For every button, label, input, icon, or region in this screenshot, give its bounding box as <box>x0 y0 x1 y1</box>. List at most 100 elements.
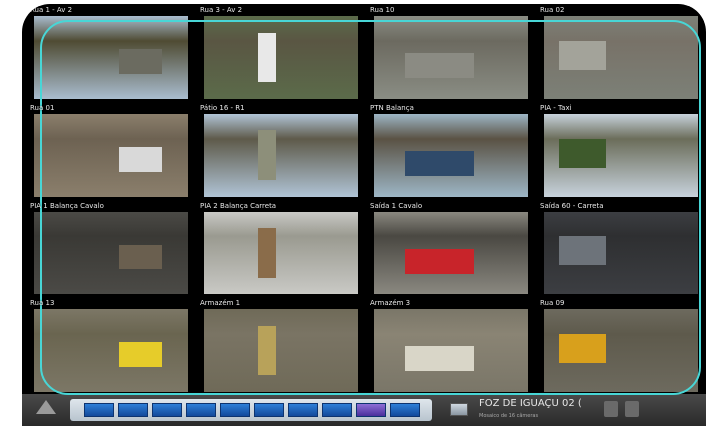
camera-label: Saída 1 Cavalo <box>370 201 423 210</box>
camera-tile[interactable]: Rua 3 - Av 2 <box>198 6 364 101</box>
feed-ground <box>204 334 358 392</box>
camera-label: Rua 13 <box>30 299 55 308</box>
feed-object <box>404 53 475 79</box>
feed-ground <box>204 40 358 99</box>
camera-feed[interactable] <box>544 113 698 197</box>
camera-feed[interactable] <box>544 16 698 99</box>
feed-ground <box>204 138 358 197</box>
feed-background <box>544 211 698 237</box>
camera-tile[interactable]: Rua 10 <box>368 6 534 101</box>
feed-background <box>204 211 358 237</box>
camera-label: Armazém 1 <box>200 299 241 308</box>
layout-button[interactable] <box>186 403 216 417</box>
feed-background <box>374 211 528 237</box>
layout-button[interactable] <box>220 403 250 417</box>
camera-tile[interactable]: Saída 60 - Carreta <box>538 201 704 297</box>
feed-ground <box>34 40 188 99</box>
feed-background <box>544 113 698 139</box>
layout-button[interactable] <box>288 403 318 417</box>
feed-ground <box>204 236 358 295</box>
camera-tile[interactable]: Armazém 1 <box>198 299 364 394</box>
camera-tile[interactable]: PIA 2 Balança Carreta <box>198 201 364 297</box>
feed-object <box>404 248 475 274</box>
layout-button[interactable] <box>118 403 148 417</box>
layout-button[interactable] <box>322 403 352 417</box>
server-subtitle: Mosaico de 16 câmeras <box>479 413 539 419</box>
camera-label: Rua 02 <box>540 6 565 14</box>
tools-icon[interactable] <box>625 401 639 417</box>
camera-tile[interactable]: Rua 13 <box>28 299 194 394</box>
camera-tile[interactable]: Armazém 3 <box>368 299 534 394</box>
feed-object <box>404 346 475 372</box>
camera-feed[interactable] <box>204 211 358 295</box>
camera-grid: Rua 1 - Av 2 Rua 3 - Av 2 Rua 10 Rua 02 Rua … <box>28 6 704 394</box>
scroll-up-icon[interactable] <box>36 400 56 414</box>
feed-object <box>404 150 475 176</box>
camera-tile[interactable]: Rua 09 <box>538 299 704 394</box>
feed-background <box>204 309 358 335</box>
camera-feed[interactable] <box>374 113 528 197</box>
camera-tile[interactable]: PTN Balança <box>368 103 534 199</box>
layout-button[interactable] <box>356 403 386 417</box>
camera-label: Rua 09 <box>540 299 565 308</box>
feed-object <box>257 228 277 278</box>
camera-tile[interactable]: Rua 02 <box>538 6 704 101</box>
feed-object <box>559 334 606 364</box>
feed-object <box>559 40 606 70</box>
camera-label: Rua 3 - Av 2 <box>200 6 243 14</box>
feed-background <box>374 16 528 41</box>
camera-feed[interactable] <box>544 309 698 392</box>
layout-button[interactable] <box>152 403 182 417</box>
layout-button[interactable] <box>84 403 114 417</box>
camera-wall: Rua 1 - Av 2 Rua 3 - Av 2 Rua 10 Rua 02 Rua … <box>22 4 706 426</box>
camera-feed[interactable] <box>544 211 698 295</box>
feed-object <box>559 138 606 168</box>
camera-tile[interactable]: Pátio 16 - R1 <box>198 103 364 199</box>
camera-label: PIA 2 Balança Carreta <box>200 201 277 210</box>
feed-background <box>544 309 698 335</box>
camera-label: Rua 1 - Av 2 <box>30 6 73 14</box>
camera-tile[interactable]: PIA 1 Balança Cavalo <box>28 201 194 297</box>
camera-tile[interactable]: Rua 1 - Av 2 <box>28 6 194 101</box>
feed-object <box>118 49 162 74</box>
camera-label: Rua 01 <box>30 103 55 112</box>
camera-feed[interactable] <box>34 309 188 392</box>
feed-background <box>34 16 188 41</box>
feed-background <box>204 113 358 139</box>
camera-feed[interactable] <box>204 16 358 99</box>
bottom-toolbar: FOZ DE IGUAÇU 02 ( Mosaico de 16 câmeras <box>22 394 706 426</box>
feed-background <box>34 211 188 237</box>
layout-button[interactable] <box>390 403 420 417</box>
feed-background <box>374 113 528 139</box>
server-name[interactable]: FOZ DE IGUAÇU 02 ( <box>479 398 582 409</box>
camera-feed[interactable] <box>374 211 528 295</box>
feed-object <box>118 244 162 270</box>
feed-background <box>544 16 698 41</box>
feed-ground <box>34 138 188 197</box>
camera-label: Pátio 16 - R1 <box>200 103 245 112</box>
feed-background <box>204 16 358 41</box>
settings-icon[interactable] <box>604 401 618 417</box>
feed-object <box>257 325 277 376</box>
camera-feed[interactable] <box>204 309 358 392</box>
camera-tile[interactable]: PIA - Taxi <box>538 103 704 199</box>
feed-background <box>34 309 188 335</box>
camera-tile[interactable]: Rua 01 <box>28 103 194 199</box>
camera-feed[interactable] <box>34 211 188 295</box>
camera-label: Saída 60 - Carreta <box>540 201 604 210</box>
layout-button[interactable] <box>254 403 284 417</box>
server-icon <box>450 403 468 416</box>
camera-feed[interactable] <box>374 309 528 392</box>
camera-tile[interactable]: Saída 1 Cavalo <box>368 201 534 297</box>
feed-ground <box>34 334 188 392</box>
camera-label: PTN Balança <box>370 103 414 112</box>
camera-label: PIA 1 Balança Cavalo <box>30 201 104 210</box>
camera-feed[interactable] <box>34 16 188 99</box>
camera-feed[interactable] <box>374 16 528 99</box>
camera-label: Armazém 3 <box>370 299 411 308</box>
feed-ground <box>34 236 188 295</box>
camera-feed[interactable] <box>204 113 358 197</box>
feed-background <box>374 309 528 335</box>
feed-object <box>257 32 277 83</box>
camera-feed[interactable] <box>34 113 188 197</box>
